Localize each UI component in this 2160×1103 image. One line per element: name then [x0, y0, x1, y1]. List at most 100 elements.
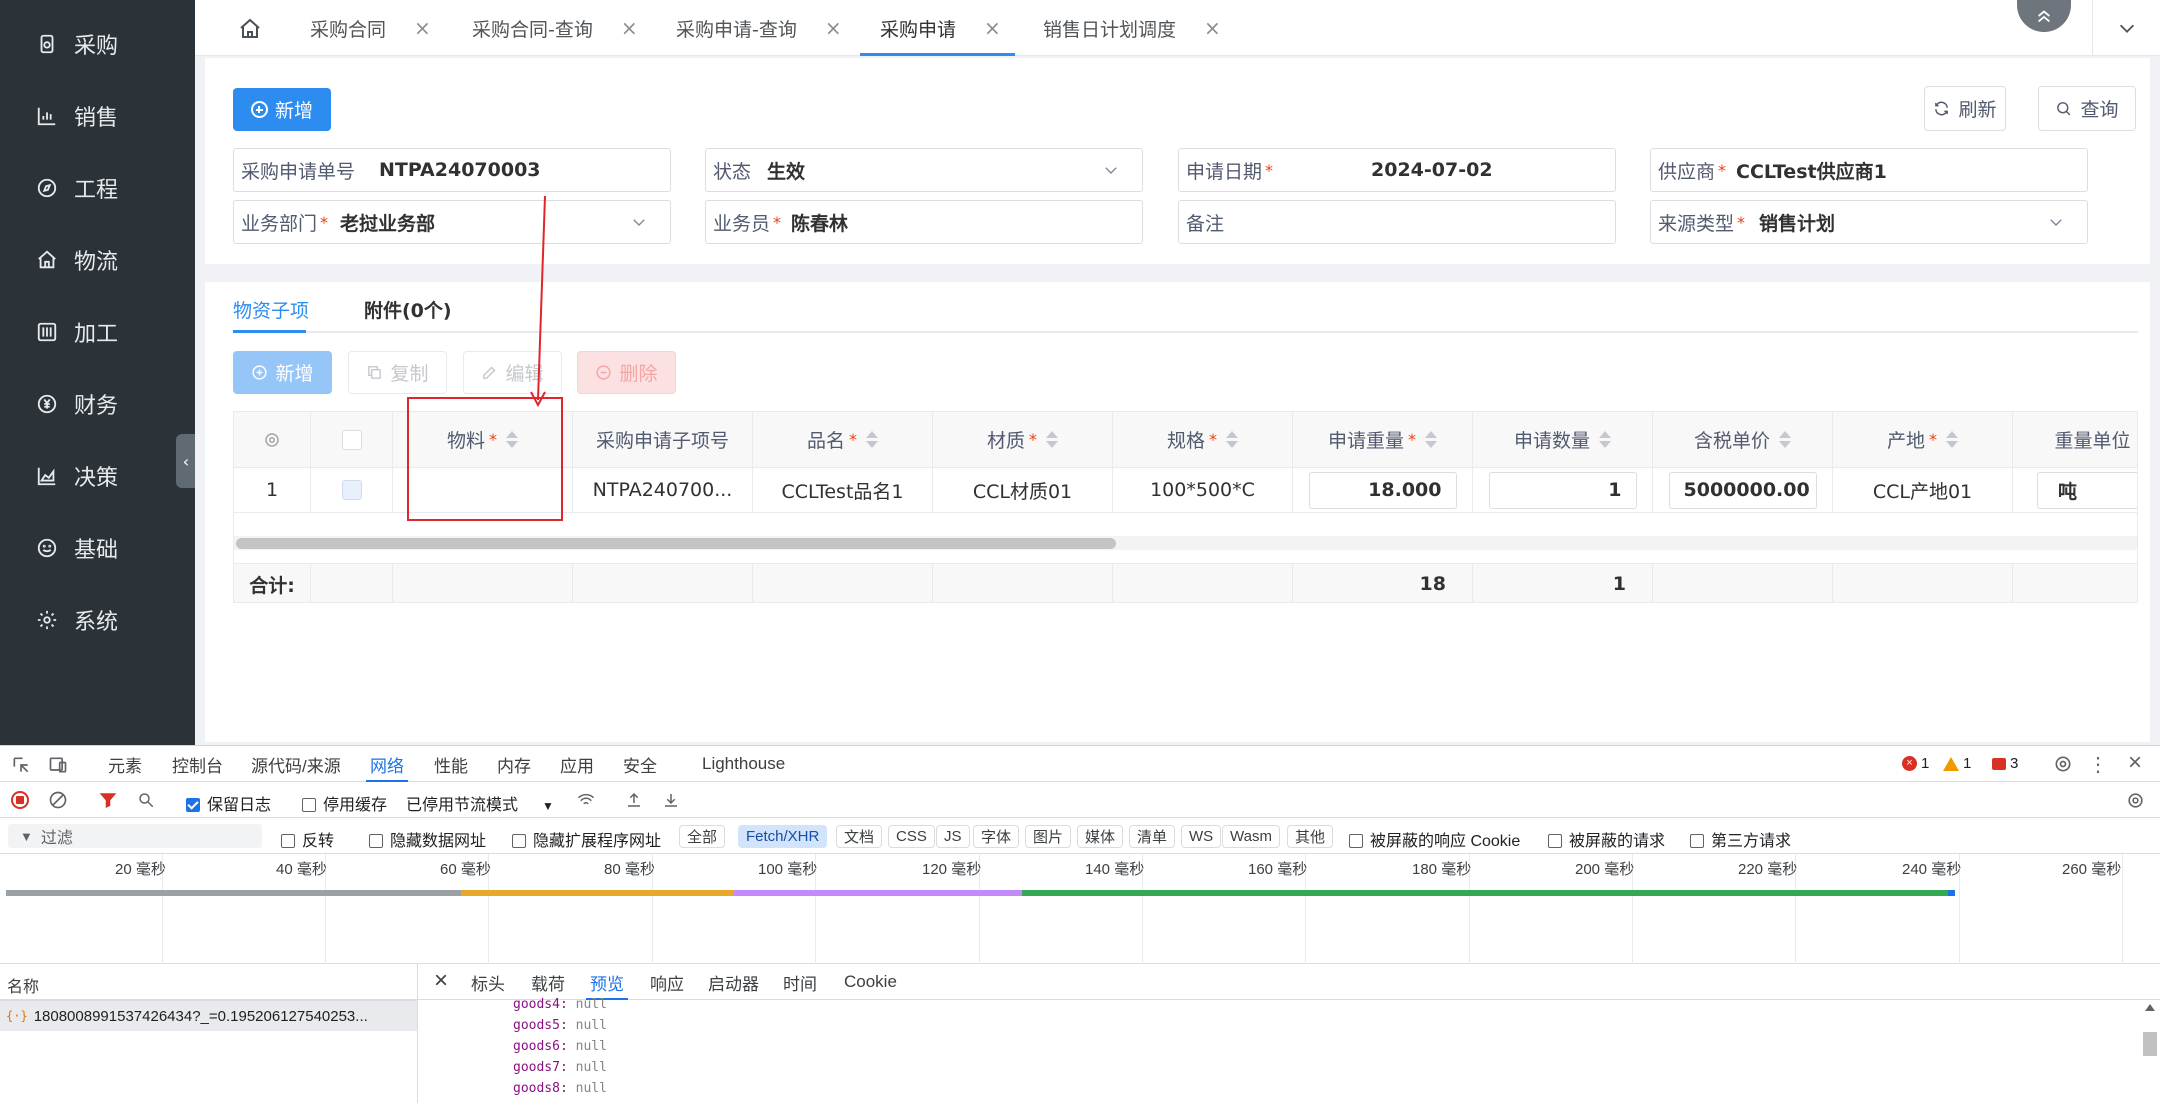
- annotation-arrow: [530, 195, 546, 408]
- devtools-tab-bar: 元素 控制台 源代码/来源 网络 性能 内存 应用 安全 Lighthouse …: [0, 746, 2160, 782]
- preserve-log-checkbox[interactable]: 保留日志: [186, 791, 271, 815]
- timeline-label: 80 毫秒: [604, 861, 655, 878]
- preview-scrollbar[interactable]: [2140, 1000, 2160, 1103]
- detail-tab-initiator[interactable]: 启动器: [708, 964, 759, 1000]
- error-count[interactable]: × 1: [1902, 755, 1929, 772]
- checkbox: [369, 834, 383, 848]
- filter-chip-doc[interactable]: 文档: [836, 825, 883, 848]
- timeline-label: 60 毫秒: [440, 861, 491, 878]
- request-list: 名称 {·} 1808008991537426434?_=0.1952061275…: [0, 964, 418, 1103]
- devtools-tab-network[interactable]: 网络: [366, 746, 408, 782]
- devtools-tab-sources[interactable]: 源代码/来源: [251, 746, 341, 782]
- devtools-tab-lighthouse[interactable]: Lighthouse: [702, 746, 785, 782]
- third-party-checkbox[interactable]: 第三方请求: [1690, 827, 1791, 851]
- timeline-label: 180 毫秒: [1412, 861, 1472, 878]
- clear-icon[interactable]: [48, 790, 68, 810]
- filter-chip-all[interactable]: 全部: [679, 825, 726, 848]
- checkbox: [1548, 834, 1562, 848]
- warning-count[interactable]: 1: [1943, 755, 1971, 772]
- filter-chip-manifest[interactable]: 清单: [1129, 825, 1176, 848]
- timeline-label: 220 毫秒: [1738, 861, 1798, 878]
- preview-line: goods8: null: [513, 1081, 607, 1096]
- preserve-log-label: 保留日志: [207, 797, 272, 814]
- timing-bar-queueing: [6, 890, 461, 896]
- scroll-up-arrow-icon[interactable]: [2145, 1004, 2155, 1011]
- timeline-label: 200 毫秒: [1575, 861, 1635, 878]
- error-count-value: 1: [1921, 755, 1930, 772]
- request-row[interactable]: {·} 1808008991537426434?_=0.1952061275402…: [0, 1001, 417, 1031]
- hide-data-urls-label: 隐藏数据网址: [390, 833, 487, 850]
- checkbox: [1349, 834, 1363, 848]
- detail-tab-timing[interactable]: 时间: [783, 964, 817, 1000]
- checkbox: [281, 834, 295, 848]
- timing-bar-stalled: [461, 890, 734, 896]
- timeline-label: 260 毫秒: [2062, 861, 2122, 878]
- devtools-tab-elements[interactable]: 元素: [108, 746, 142, 782]
- import-har-icon[interactable]: [624, 790, 644, 810]
- filter-chip-wasm[interactable]: Wasm: [1222, 825, 1280, 848]
- third-party-label: 第三方请求: [1711, 833, 1792, 850]
- detail-tab-cookies[interactable]: Cookie: [844, 964, 897, 1000]
- timing-bar-waiting: [1022, 890, 1948, 896]
- close-devtools-icon[interactable]: ×: [2124, 749, 2146, 776]
- inspect-element-icon[interactable]: [10, 754, 32, 776]
- checkbox-checked: [186, 798, 200, 812]
- network-timeline[interactable]: 20 毫秒 40 毫秒 60 毫秒 80 毫秒 100 毫秒 120 毫秒 14…: [0, 854, 2160, 964]
- blocked-cookies-label: 被屏蔽的响应 Cookie: [1370, 833, 1521, 850]
- scrollbar-thumb[interactable]: [2143, 1032, 2157, 1056]
- filter-funnel-icon[interactable]: [98, 791, 118, 809]
- devtools-tab-memory[interactable]: 内存: [497, 746, 531, 782]
- filter-chip-js[interactable]: JS: [936, 825, 970, 848]
- settings-gear-icon[interactable]: [2052, 753, 2074, 775]
- issues-count-value: 3: [2010, 755, 2019, 772]
- filter-input[interactable]: ▼ 过滤: [8, 824, 262, 848]
- filter-chip-img[interactable]: 图片: [1025, 825, 1072, 848]
- more-options-icon[interactable]: ⋮: [2088, 753, 2108, 776]
- record-icon[interactable]: [11, 791, 29, 809]
- detail-tab-payload[interactable]: 载荷: [531, 964, 565, 1000]
- network-toolbar: 保留日志 停用缓存 已停用节流模式 ▼: [0, 782, 2160, 818]
- preview-value: null: [575, 1060, 607, 1075]
- name-column-header[interactable]: 名称: [7, 973, 39, 997]
- timeline-label: 240 毫秒: [1902, 861, 1962, 878]
- preview-line: goods5: null: [513, 1018, 607, 1033]
- detail-tab-headers[interactable]: 标头: [471, 964, 505, 1000]
- close-detail-icon[interactable]: ×: [430, 967, 452, 994]
- devtools-tab-performance[interactable]: 性能: [434, 746, 468, 782]
- disable-cache-label: 停用缓存: [323, 797, 388, 814]
- filter-chip-ws[interactable]: WS: [1181, 825, 1222, 848]
- xhr-icon: {·}: [6, 1009, 28, 1023]
- filter-chip-fetch-xhr[interactable]: Fetch/XHR: [738, 825, 828, 848]
- preview-line: goods7: null: [513, 1060, 607, 1075]
- search-icon[interactable]: [136, 790, 156, 810]
- preview-value: null: [575, 997, 607, 1012]
- checkbox: [512, 834, 526, 848]
- preview-value: null: [575, 1081, 607, 1096]
- throttle-select[interactable]: 已停用节流模式 ▼: [406, 791, 554, 815]
- network-conditions-icon[interactable]: [574, 790, 598, 810]
- hide-data-urls-checkbox[interactable]: 隐藏数据网址: [369, 827, 486, 851]
- disable-cache-checkbox[interactable]: 停用缓存: [302, 791, 387, 815]
- device-toolbar-icon[interactable]: [46, 754, 70, 776]
- timing-bar-request: [734, 890, 1022, 896]
- network-settings-icon[interactable]: [2125, 790, 2145, 810]
- hide-ext-urls-label: 隐藏扩展程序网址: [533, 833, 662, 850]
- preview-value: null: [575, 1018, 607, 1033]
- blocked-cookies-checkbox[interactable]: 被屏蔽的响应 Cookie: [1349, 827, 1520, 851]
- filter-chip-media[interactable]: 媒体: [1077, 825, 1124, 848]
- detail-tab-preview[interactable]: 预览: [586, 964, 628, 1000]
- devtools-tab-console[interactable]: 控制台: [172, 746, 223, 782]
- filter-chip-other[interactable]: 其他: [1287, 825, 1334, 848]
- preview-key: goods7:: [513, 1060, 568, 1075]
- issues-count[interactable]: 3: [1992, 755, 2018, 772]
- export-har-icon[interactable]: [661, 790, 681, 810]
- hide-ext-urls-checkbox[interactable]: 隐藏扩展程序网址: [512, 827, 661, 851]
- filter-chip-font[interactable]: 字体: [973, 825, 1020, 848]
- filter-chip-css[interactable]: CSS: [888, 825, 935, 848]
- blocked-requests-checkbox[interactable]: 被屏蔽的请求: [1548, 827, 1665, 851]
- detail-tab-response[interactable]: 响应: [650, 964, 684, 1000]
- devtools-tab-application[interactable]: 应用: [560, 746, 594, 782]
- timeline-label: 100 毫秒: [758, 861, 818, 878]
- invert-checkbox[interactable]: 反转: [281, 827, 334, 851]
- devtools-tab-security[interactable]: 安全: [623, 746, 657, 782]
